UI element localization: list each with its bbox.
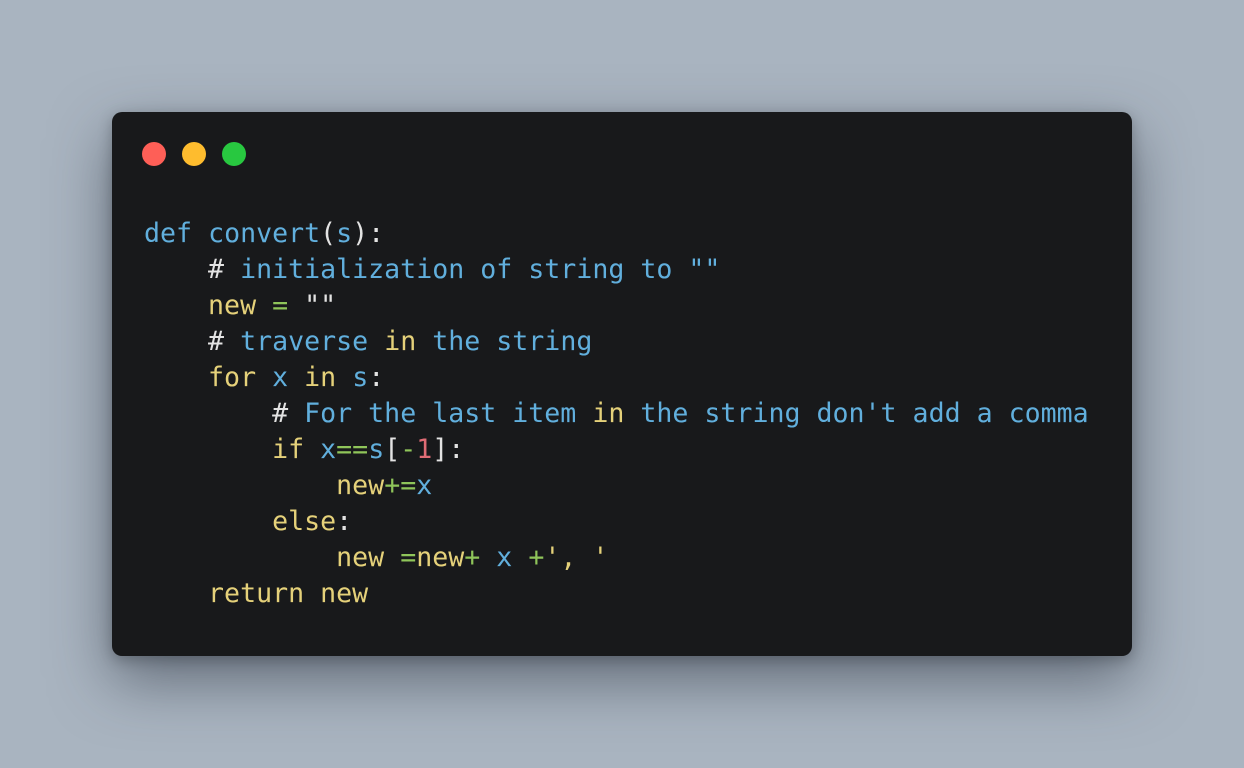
- code-line: if x==s[-1]:: [144, 432, 1089, 468]
- code-token: For the last item: [304, 398, 593, 429]
- code-token: x: [272, 362, 289, 393]
- code-token: x: [496, 542, 513, 573]
- code-token: ):: [352, 218, 385, 249]
- code-token: "": [304, 290, 337, 321]
- code-token: +=: [384, 470, 417, 501]
- code-token: s: [368, 434, 385, 465]
- code-token: -: [400, 434, 417, 465]
- code-line: # initialization of string to "": [144, 252, 1089, 288]
- code-token: ==: [336, 434, 369, 465]
- code-token: in: [304, 362, 337, 393]
- code-token: x: [320, 434, 337, 465]
- code-token: 1: [416, 434, 433, 465]
- code-token: def: [144, 218, 193, 249]
- code-token: #: [208, 254, 241, 285]
- code-token: +: [464, 542, 481, 573]
- code-line: new = "": [144, 288, 1089, 324]
- code-token: traverse: [240, 326, 385, 357]
- code-token: for: [208, 362, 257, 393]
- code-token: (: [320, 218, 337, 249]
- code-token: ]:: [432, 434, 465, 465]
- minimize-button[interactable]: [182, 142, 206, 166]
- code-token: the string don't add a comma: [624, 398, 1089, 429]
- code-token: if: [272, 434, 305, 465]
- code-token: else: [272, 506, 337, 537]
- code-token: return: [208, 578, 305, 609]
- close-button[interactable]: [142, 142, 166, 166]
- code-line: new+=x: [144, 468, 1089, 504]
- code-token: initialization of string to "": [240, 254, 721, 285]
- code-token: ', ': [544, 542, 609, 573]
- code-token: in: [592, 398, 625, 429]
- code-line: new =new+ x +', ': [144, 540, 1089, 576]
- code-token: +: [528, 542, 545, 573]
- code-token: in: [384, 326, 417, 357]
- code-token: x: [416, 470, 433, 501]
- code-token: new: [208, 290, 257, 321]
- code-token: new: [336, 470, 385, 501]
- code-token: #: [208, 326, 241, 357]
- code-token: new: [320, 578, 369, 609]
- code-token: s: [336, 218, 353, 249]
- code-line: # traverse in the string: [144, 324, 1089, 360]
- code-line: else:: [144, 504, 1089, 540]
- maximize-button[interactable]: [222, 142, 246, 166]
- code-token: =: [272, 290, 289, 321]
- code-token: new: [336, 542, 385, 573]
- code-token: convert: [208, 218, 321, 249]
- code-token: new: [416, 542, 465, 573]
- code-token: [: [384, 434, 401, 465]
- code-token: the string: [416, 326, 593, 357]
- code-token: #: [272, 398, 305, 429]
- code-line: for x in s:: [144, 360, 1089, 396]
- window-controls: [142, 142, 246, 166]
- code-token: :: [368, 362, 385, 393]
- code-line: return new: [144, 576, 1089, 612]
- code-window: def convert(s): # initialization of stri…: [112, 112, 1132, 656]
- code-line: def convert(s):: [144, 216, 1089, 252]
- code-token: s: [352, 362, 369, 393]
- code-block: def convert(s): # initialization of stri…: [144, 216, 1089, 612]
- code-token: =: [400, 542, 417, 573]
- code-line: # For the last item in the string don't …: [144, 396, 1089, 432]
- code-token: :: [336, 506, 353, 537]
